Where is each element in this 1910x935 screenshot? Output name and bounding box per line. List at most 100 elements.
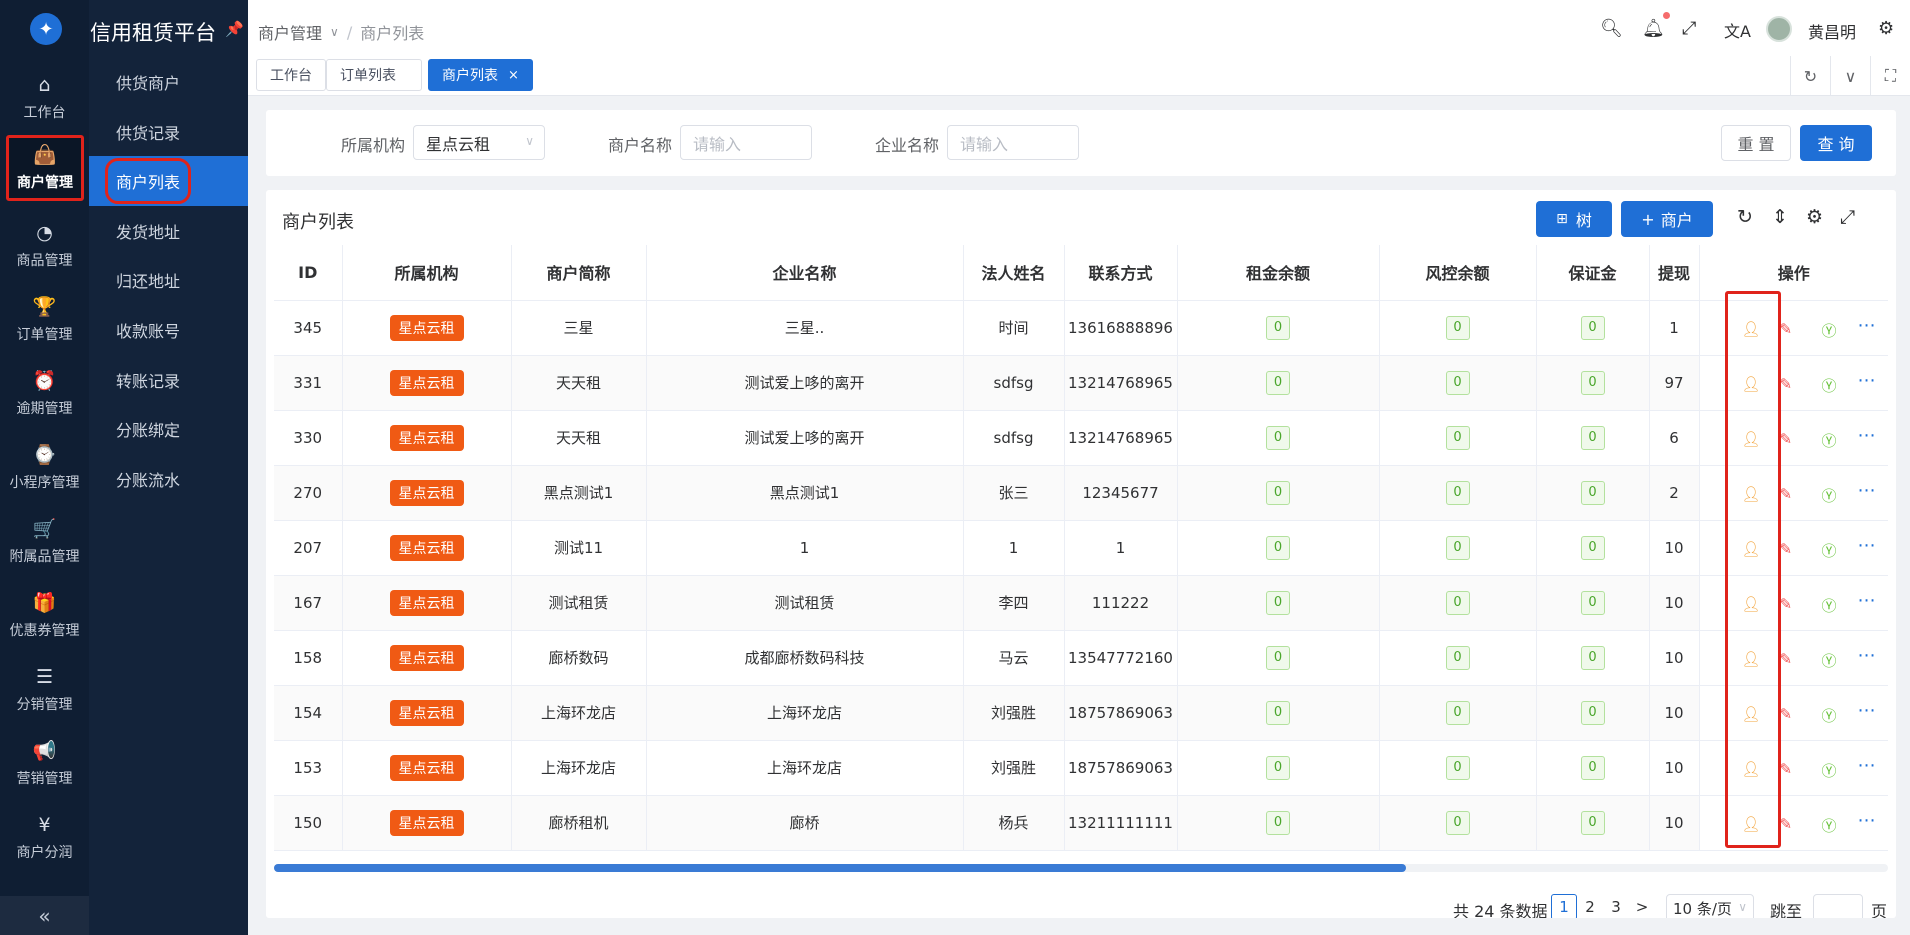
rail-item-2[interactable]: ◔ 商品管理 — [0, 210, 89, 282]
user-icon[interactable]: 👤︎ — [1742, 430, 1761, 448]
rail-item-1[interactable]: 👜 商户管理 — [6, 135, 84, 201]
edit-icon[interactable]: ✎ — [1780, 430, 1793, 448]
app-logo-icon[interactable]: ✦ — [30, 13, 62, 45]
yuan-circle-icon[interactable]: Ⓨ — [1822, 595, 1837, 616]
submenu-item-3[interactable]: 发货地址 — [89, 206, 248, 256]
next-page-icon[interactable]: > — [1629, 894, 1655, 918]
more-icon[interactable]: ⋯ — [1858, 755, 1876, 776]
table-row[interactable]: 153 星点云租 上海环龙店 上海环龙店 刘强胜 18757869063 0 0 0 10 👤︎ ✎ Ⓨ… — [274, 740, 1888, 796]
breadcrumb-item-merchant-mgmt[interactable]: 商户管理 — [258, 20, 322, 44]
translate-icon[interactable]: 文A — [1724, 18, 1751, 42]
rail-item-7[interactable]: 🎁 优惠券管理 — [0, 580, 89, 652]
more-icon[interactable]: ⋯ — [1858, 315, 1876, 336]
more-icon[interactable]: ⋯ — [1858, 535, 1876, 556]
table-row[interactable]: 150 星点云租 廊桥租机 廊桥 杨兵 13211111111 0 0 0 10 👤︎ ✎ Ⓨ ⋯ — [274, 795, 1888, 851]
column-header[interactable]: 联系方式 — [1064, 245, 1178, 301]
table-row[interactable]: 207 星点云租 测试11 1 1 1 0 0 0 10 👤︎ ✎ Ⓨ ⋯ — [274, 520, 1888, 576]
submenu-item-6[interactable]: 转账记录 — [89, 355, 248, 405]
user-icon[interactable]: 👤︎ — [1742, 650, 1761, 668]
submenu-item-8[interactable]: 分账流水 — [89, 454, 248, 504]
yuan-circle-icon[interactable]: Ⓨ — [1822, 815, 1837, 836]
add-merchant-button[interactable]: + 商户 — [1621, 201, 1713, 237]
submenu-item-4[interactable]: 归还地址 — [89, 255, 248, 305]
chevron-down-icon[interactable]: ∨ — [1830, 56, 1870, 96]
table-row[interactable]: 158 星点云租 廊桥数码 成都廊桥数码科技 马云 13547772160 0 0 0 10 👤︎ ✎… — [274, 630, 1888, 686]
submenu-item-1[interactable]: 供货记录 — [89, 107, 248, 157]
table-row[interactable]: 345 星点云租 三星 三星.. 时间 13616888896 0 0 0 1 👤︎ ✎ Ⓨ ⋯ — [274, 300, 1888, 356]
column-header[interactable]: 风控余额 — [1379, 245, 1537, 301]
edit-icon[interactable]: ✎ — [1780, 705, 1793, 723]
pin-icon[interactable]: 📌 — [225, 20, 244, 38]
jump-page-input[interactable] — [1813, 894, 1863, 918]
reset-button[interactable]: 重 置 — [1721, 125, 1791, 161]
column-header[interactable]: 提现 — [1649, 245, 1700, 301]
refresh-icon[interactable]: ↻ — [1790, 56, 1830, 96]
merchant-name-input[interactable]: 请输入 — [680, 125, 812, 160]
collapse-menu-icon[interactable]: « — [0, 896, 89, 935]
user-icon[interactable]: 👤︎ — [1742, 760, 1761, 778]
refresh-icon[interactable]: ↻ — [1737, 206, 1753, 228]
submenu-item-2[interactable]: 商户列表 — [89, 156, 248, 207]
settings-gear-icon[interactable]: ⚙ — [1806, 206, 1823, 228]
search-button[interactable]: 查 询 — [1800, 125, 1872, 161]
page-1[interactable]: 1 — [1551, 894, 1577, 918]
submenu-item-0[interactable]: 供货商户 — [89, 57, 248, 107]
maximize-icon[interactable]: ⛶ — [1870, 56, 1910, 96]
tab-merchant-list[interactable]: 商户列表 × — [428, 59, 533, 91]
bell-icon[interactable]: 🔔︎ — [1642, 18, 1665, 39]
page-size-select[interactable]: 10 条/页 ∨ — [1666, 894, 1754, 918]
yuan-circle-icon[interactable]: Ⓨ — [1822, 430, 1837, 451]
more-icon[interactable]: ⋯ — [1858, 590, 1876, 611]
horizontal-scrollbar[interactable] — [274, 864, 1888, 872]
user-icon[interactable]: 👤︎ — [1742, 595, 1761, 613]
edit-icon[interactable]: ✎ — [1780, 485, 1793, 503]
column-header[interactable]: 操作 — [1699, 245, 1888, 301]
user-icon[interactable]: 👤︎ — [1742, 375, 1761, 393]
edit-icon[interactable]: ✎ — [1780, 595, 1793, 613]
more-icon[interactable]: ⋯ — [1858, 480, 1876, 501]
edit-icon[interactable]: ✎ — [1780, 650, 1793, 668]
table-row[interactable]: 270 星点云租 黑点测试1 黑点测试1 张三 12345677 0 0 0 2 👤︎ ✎ Ⓨ ⋯ — [274, 465, 1888, 521]
edit-icon[interactable]: ✎ — [1780, 375, 1793, 393]
column-header[interactable]: 保证金 — [1536, 245, 1650, 301]
rail-item-8[interactable]: ☰ 分销管理 — [0, 654, 89, 726]
page-3[interactable]: 3 — [1603, 894, 1629, 918]
chevron-down-icon[interactable]: ∨ — [330, 25, 339, 39]
rail-item-6[interactable]: 🛒 附属品管理 — [0, 506, 89, 578]
more-icon[interactable]: ⋯ — [1858, 810, 1876, 831]
settings-gear-icon[interactable]: ⚙ — [1878, 18, 1894, 39]
column-header[interactable]: 法人姓名 — [963, 245, 1065, 301]
edit-icon[interactable]: ✎ — [1780, 320, 1793, 338]
rail-item-0[interactable]: ⌂ 工作台 — [0, 62, 89, 134]
rail-item-10[interactable]: ¥ 商户分润 — [0, 802, 89, 874]
user-name[interactable]: 黄昌明 — [1808, 19, 1856, 43]
submenu-item-5[interactable]: 收款账号 — [89, 305, 248, 355]
user-icon[interactable]: 👤︎ — [1742, 705, 1761, 723]
column-header[interactable]: 商户简称 — [511, 245, 647, 301]
tab-order-list[interactable]: 订单列表 — [326, 59, 422, 91]
close-icon[interactable]: × — [508, 68, 519, 83]
column-header[interactable]: ID — [274, 245, 343, 301]
rail-item-9[interactable]: 📢 营销管理 — [0, 728, 89, 800]
column-header[interactable]: 企业名称 — [646, 245, 964, 301]
rail-item-4[interactable]: ⏰ 逾期管理 — [0, 358, 89, 430]
column-header[interactable]: 所属机构 — [342, 245, 512, 301]
scrollbar-thumb[interactable] — [274, 864, 1406, 872]
column-height-icon[interactable]: ⇕ — [1772, 206, 1788, 228]
submenu-item-7[interactable]: 分账绑定 — [89, 404, 248, 454]
rail-item-3[interactable]: 🏆 订单管理 — [0, 284, 89, 356]
company-name-input[interactable]: 请输入 — [947, 125, 1079, 160]
edit-icon[interactable]: ✎ — [1780, 815, 1793, 833]
more-icon[interactable]: ⋯ — [1858, 370, 1876, 391]
more-icon[interactable]: ⋯ — [1858, 645, 1876, 666]
table-row[interactable]: 331 星点云租 天天租 测试爱上哆的离开 sdfsg 13214768965 0 0 0 97 👤… — [274, 355, 1888, 411]
yuan-circle-icon[interactable]: Ⓨ — [1822, 320, 1837, 341]
table-row[interactable]: 154 星点云租 上海环龙店 上海环龙店 刘强胜 18757869063 0 0 0 10 👤︎ ✎ Ⓨ… — [274, 685, 1888, 741]
yuan-circle-icon[interactable]: Ⓨ — [1822, 705, 1837, 726]
tree-button[interactable]: ⊞ 树 — [1536, 201, 1612, 237]
more-icon[interactable]: ⋯ — [1858, 425, 1876, 446]
yuan-circle-icon[interactable]: Ⓨ — [1822, 540, 1837, 561]
user-icon[interactable]: 👤︎ — [1742, 815, 1761, 833]
table-row[interactable]: 330 星点云租 天天租 测试爱上哆的离开 sdfsg 13214768965 0 0 0 6 👤︎… — [274, 410, 1888, 466]
fullscreen-icon[interactable]: ⤢ — [1840, 206, 1855, 228]
